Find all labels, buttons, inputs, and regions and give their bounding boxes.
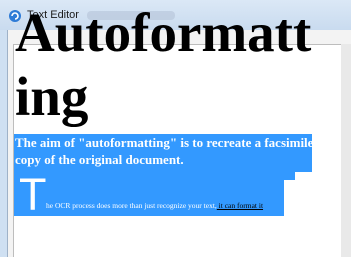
drop-cap[interactable]: T xyxy=(19,172,47,217)
body-selected-text: he OCR process does more than just recog… xyxy=(46,201,217,210)
selection-highlight xyxy=(14,172,295,180)
body-paragraph[interactable]: he OCR process does more than just recog… xyxy=(46,201,341,211)
document-subheading[interactable]: The aim of "autoformatting" is to recrea… xyxy=(15,134,315,168)
vertical-scrollbar[interactable] xyxy=(341,44,351,257)
document-heading[interactable]: Autoformatt ing xyxy=(15,1,335,129)
editor-window: Text Editor Autoformatt ing The aim of "… xyxy=(0,0,351,257)
body-unselected-text: it can format it xyxy=(216,201,264,210)
